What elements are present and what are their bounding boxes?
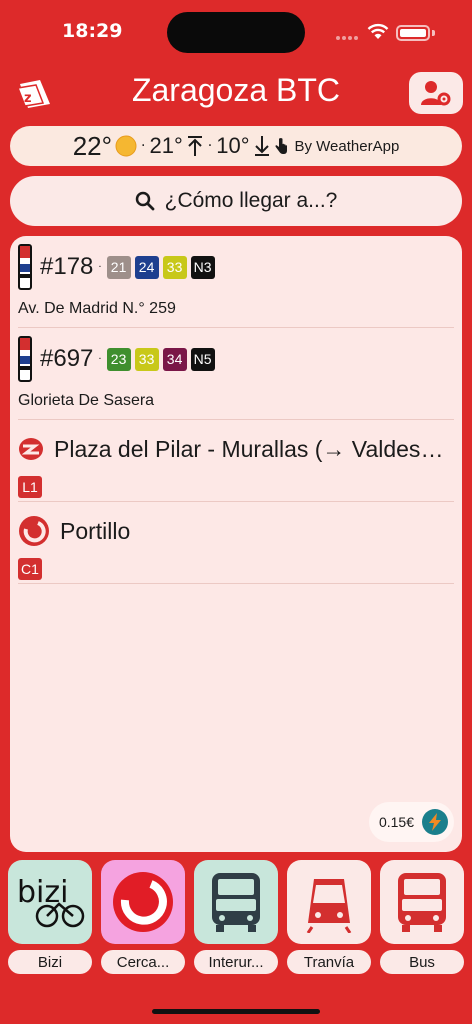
arrow-down-icon [254, 136, 269, 156]
nav-label: Bus [380, 950, 464, 974]
profile-settings-button[interactable] [409, 72, 463, 114]
nav-label: Interur... [194, 950, 278, 974]
favorites-list: #178 · 21 24 33 N3 Av. De Madrid N.° 259… [10, 236, 462, 852]
line-badge: 34 [162, 347, 187, 371]
search-icon [135, 191, 155, 211]
price-value: 0.15€ [378, 814, 414, 830]
stop-address: Av. De Madrid N.° 259 [18, 300, 176, 317]
status-bar: 18:29 [0, 0, 472, 62]
line-badge: 21 [106, 255, 131, 279]
tram-logo-icon [19, 438, 43, 460]
nav-tile[interactable]: bizi [8, 860, 92, 944]
nav-bizi[interactable]: bizi Bizi [8, 860, 92, 974]
wifi-icon [367, 23, 389, 39]
separator: · [141, 138, 146, 154]
sun-icon [115, 135, 137, 157]
search-label: ¿Cómo llegar a...? [164, 189, 338, 212]
bus-stop-post-icon [18, 244, 32, 290]
user-settings-icon [421, 81, 451, 106]
line-badge: 23 [106, 347, 131, 371]
cercanias-icon [113, 872, 173, 932]
list-item[interactable]: #697 · 23 33 34 N5 Glorieta De Sasera [18, 336, 454, 420]
nav-cercanias[interactable]: Cerca... [101, 860, 185, 974]
list-item[interactable]: Plaza del Pilar - Murallas (→ Valdespart… [18, 430, 454, 502]
nav-interurbano[interactable]: Interur... [194, 860, 278, 974]
arrow-up-icon [187, 136, 202, 156]
nav-label: Tranvía [287, 950, 371, 974]
nav-tranvia[interactable]: Tranvía [287, 860, 371, 974]
price-badge[interactable]: 0.15€ [368, 802, 454, 842]
separator: · [98, 353, 102, 365]
status-time: 18:29 [62, 20, 123, 42]
interurban-bus-icon [212, 873, 260, 932]
bottom-nav: bizi Bizi Cerca... Interur... Tranvía Bu… [8, 860, 464, 980]
lightning-icon [422, 809, 448, 835]
list-item[interactable]: #178 · 21 24 33 N3 Av. De Madrid N.° 259 [18, 244, 454, 328]
line-badge: 33 [134, 347, 159, 371]
line-badge: 24 [134, 255, 159, 279]
separator: · [207, 138, 213, 154]
home-indicator[interactable] [152, 1009, 320, 1014]
nav-label: Cerca... [101, 950, 185, 974]
battery-icon [396, 25, 430, 41]
weather-provider: By WeatherApp [294, 137, 400, 155]
cercanias-logo-icon [19, 516, 49, 546]
list-item[interactable]: Portillo C1 [18, 512, 454, 584]
app-title: Zaragoza BTC [131, 72, 341, 108]
nav-label: Bizi [8, 950, 92, 974]
nav-tile[interactable] [380, 860, 464, 944]
nav-bus[interactable]: Bus [380, 860, 464, 974]
current-temp: 22° [72, 130, 113, 161]
stop-number: #178 [40, 253, 94, 280]
separator: · [98, 261, 102, 273]
route-search-button[interactable]: ¿Cómo llegar a...? [10, 176, 462, 226]
line-badge: N5 [190, 347, 215, 371]
stop-number: #697 [40, 345, 94, 372]
bizi-bike-icon: bizi [17, 875, 85, 928]
bus-stop-post-icon [18, 336, 32, 382]
max-temp: 21° [149, 133, 183, 158]
city-bus-icon [398, 873, 446, 932]
line-name: Portillo [60, 517, 131, 544]
min-temp: 10° [216, 133, 250, 158]
line-badge: L1 [18, 476, 42, 498]
nav-tile[interactable] [194, 860, 278, 944]
nav-tile[interactable] [101, 860, 185, 944]
dynamic-island [167, 12, 305, 53]
header: z Zaragoza BTC [0, 66, 472, 122]
signal-icon [336, 36, 358, 40]
tap-hand-icon [274, 138, 287, 154]
stop-address: Glorieta De Sasera [18, 392, 155, 409]
tram-icon [306, 879, 352, 933]
line-badge: C1 [18, 558, 42, 580]
nav-tile[interactable] [287, 860, 371, 944]
line-badge: 33 [162, 255, 187, 279]
weather-bar[interactable]: 22° · 21° · 10° By WeatherApp [10, 126, 462, 166]
line-name: Plaza del Pilar - Murallas (→ Valdespart… [54, 435, 450, 462]
line-badge: N3 [190, 255, 215, 279]
